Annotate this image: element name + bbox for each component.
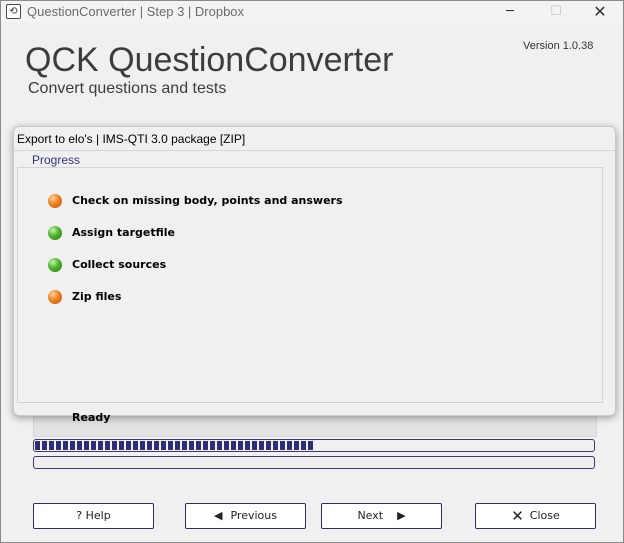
step-label: Check on missing body, points and answer… <box>72 194 343 207</box>
status-dot-icon <box>48 194 62 208</box>
next-button-label: Next <box>357 509 384 522</box>
export-dialog: Export to elo's | IMS-QTI 3.0 package [Z… <box>13 126 616 424</box>
help-button-label: ? Help <box>76 509 111 522</box>
app-subtitle: Convert questions and tests <box>28 80 227 97</box>
progress-group-box: Check on missing body, points and answer… <box>17 167 603 424</box>
step-label: Assign targetfile <box>72 226 175 239</box>
previous-button[interactable]: ◀ Previous <box>185 503 306 529</box>
maximize-button[interactable]: ☐ <box>533 1 579 23</box>
status-dot-icon <box>48 258 62 272</box>
dialog-title: Export to elo's | IMS-QTI 3.0 package [Z… <box>17 132 246 146</box>
close-button[interactable]: ✕ Close <box>475 503 596 529</box>
close-x-icon: ✕ <box>511 507 524 525</box>
app-icon: ⟲ <box>6 4 21 19</box>
app-name: QCK QuestionConverter <box>25 41 394 79</box>
help-button[interactable]: ? Help <box>33 503 154 529</box>
main-window: ⟲ QuestionConverter | Step 3 | Dropbox ─… <box>0 0 624 543</box>
dialog-divider <box>14 150 615 151</box>
step-label: Zip files <box>72 290 122 303</box>
next-button[interactable]: Next ▶ <box>321 503 442 529</box>
close-button-label: Close <box>529 509 560 522</box>
minimize-button[interactable]: ─ <box>487 1 533 23</box>
arrow-left-icon: ◀ <box>214 509 223 522</box>
window-title: QuestionConverter | Step 3 | Dropbox <box>27 4 245 19</box>
progress-bar-secondary <box>33 456 595 469</box>
progress-bar-main-fill <box>35 441 314 450</box>
progress-bar-main <box>33 439 595 452</box>
previous-button-label: Previous <box>230 509 277 522</box>
version-label: Version 1.0.38 <box>523 40 594 52</box>
status-dot-icon <box>48 290 62 304</box>
status-dot-icon <box>48 226 62 240</box>
progress-group-label: Progress <box>32 153 81 167</box>
window-close-button[interactable]: ✕ <box>577 1 623 23</box>
arrow-right-icon: ▶ <box>397 509 406 522</box>
step-label: Collect sources <box>72 258 167 271</box>
status-text: Ready <box>72 411 111 424</box>
title-bar[interactable]: ⟲ QuestionConverter | Step 3 | Dropbox ─… <box>1 1 623 23</box>
